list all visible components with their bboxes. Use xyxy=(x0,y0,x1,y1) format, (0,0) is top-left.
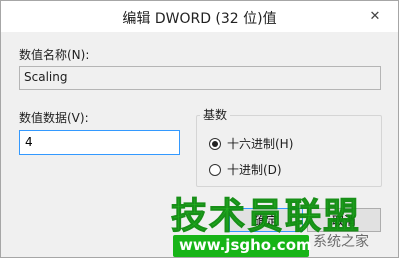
value-data-label: 数值数据(V): xyxy=(19,111,89,125)
radio-decimal-label: 十进制(D) xyxy=(227,163,282,177)
watermark-url: www.jsgho.com xyxy=(179,236,312,254)
watermark-tag: 系统之家 xyxy=(313,234,369,250)
close-icon: ✕ xyxy=(369,8,381,24)
radio-selected-icon xyxy=(209,137,221,150)
radio-decimal[interactable]: 十进制(D) xyxy=(209,161,282,178)
radio-unselected-icon xyxy=(209,163,221,176)
radio-hexadecimal[interactable]: 十六进制(H) xyxy=(209,135,293,152)
title-bar[interactable]: 编辑 DWORD (32 位)值 ✕ xyxy=(1,1,398,32)
value-name-label: 数值名称(N): xyxy=(19,48,90,62)
value-data-input[interactable]: 4 xyxy=(19,130,180,155)
edit-dword-dialog: 编辑 DWORD (32 位)值 ✕ 数值名称(N): Scaling 数值数据… xyxy=(0,0,399,258)
close-button[interactable]: ✕ xyxy=(364,6,386,26)
value-name-field: Scaling xyxy=(19,66,381,90)
radio-hexadecimal-label: 十六进制(H) xyxy=(227,137,294,151)
dialog-title: 编辑 DWORD (32 位)值 xyxy=(122,11,277,27)
base-label: 基数 xyxy=(200,106,231,123)
